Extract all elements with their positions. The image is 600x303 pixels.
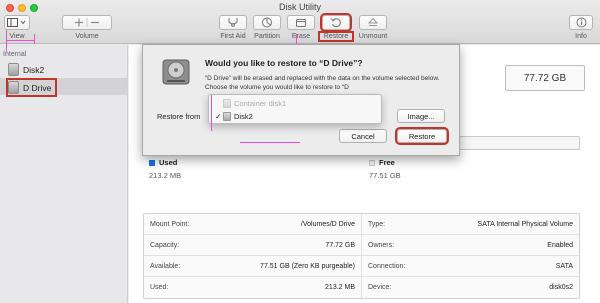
annotation-line <box>240 142 300 143</box>
free-label: Free <box>379 158 395 167</box>
popup-option-container-disk1: Container disk1 <box>215 97 286 109</box>
erase-button[interactable] <box>287 15 315 30</box>
info-key: Type: <box>368 220 386 228</box>
popup-option-label: Disk2 <box>234 111 253 121</box>
used-label: Used <box>159 158 178 167</box>
info-key: Used: <box>150 284 169 291</box>
info-row: Used: 213.2 MB Device: disk0s2 <box>144 277 579 298</box>
restore-arrow-icon <box>330 18 341 28</box>
info-row: Mount Point: /Volumes/D Drive Type: SATA I… <box>144 214 579 235</box>
sidebar-section-internal: Internal <box>3 51 27 58</box>
info-value: SATA Internal Physical Volume <box>477 220 573 228</box>
dialog-message: “D Drive” will be erased and replaced wi… <box>205 75 440 91</box>
restore-label: Restore <box>318 31 354 42</box>
pie-partition-icon <box>262 17 272 28</box>
window-title: Disk Utility <box>279 2 321 12</box>
hard-drive-icon <box>162 59 190 85</box>
popup-option-disk2[interactable]: ✓ Disk2 <box>215 110 253 122</box>
annotation-line <box>296 34 297 44</box>
erase-disk-icon <box>296 19 306 27</box>
volume-info-table: Mount Point: /Volumes/D Drive Type: SATA I… <box>143 213 580 299</box>
info-value: 77.51 GB (Zero KB purgeable) <box>260 262 355 270</box>
restore-from-label: Restore from <box>157 112 201 121</box>
info-key: Owners: <box>368 241 395 249</box>
first-aid-button[interactable] <box>219 15 247 30</box>
annotation-line <box>6 40 34 41</box>
cancel-button[interactable]: Cancel <box>339 129 387 143</box>
volume-label: Volume <box>75 33 99 40</box>
sidebar-item-label: Disk2 <box>23 64 45 75</box>
plus-minus-icon <box>75 18 99 27</box>
sidebar-item-label: D Drive <box>23 82 52 93</box>
free-swatch <box>369 160 375 166</box>
capacity-badge: 77.72 GB <box>505 65 585 91</box>
annotation-line <box>6 30 7 52</box>
dialog-title: Would you like to restore to “D Drive”? <box>205 58 363 68</box>
checkmark-icon: ✓ <box>215 111 222 121</box>
free-value: 77.51 GB <box>369 171 401 180</box>
info-value: Enabled <box>547 241 573 249</box>
annotation-line <box>34 34 35 44</box>
unmount-label: Unmount <box>358 33 388 40</box>
sidebar: Internal Disk2 D Drive <box>0 45 128 303</box>
info-value: SATA <box>555 262 573 270</box>
annotation-line <box>211 95 212 131</box>
stethoscope-icon <box>228 18 238 27</box>
eject-icon <box>367 17 379 26</box>
info-key: Available: <box>150 262 181 270</box>
sidebar-item-d-drive[interactable]: D Drive <box>5 78 58 97</box>
hard-disk-icon <box>8 81 19 94</box>
info-value: disk0s2 <box>549 284 573 291</box>
info-icon <box>576 17 586 28</box>
partition-button[interactable] <box>253 15 281 30</box>
legend-free: Free 77.51 GB <box>369 158 401 180</box>
restore-button[interactable]: Restore <box>395 127 449 145</box>
partition-label: Partition <box>254 33 280 40</box>
view-label: View <box>9 33 25 40</box>
used-swatch <box>149 160 155 166</box>
info-value: 213.2 MB <box>325 284 355 291</box>
image-button[interactable]: Image... <box>397 109 445 123</box>
sidebar-item-disk2[interactable]: Disk2 <box>8 62 44 77</box>
sidebar-icon <box>7 18 26 27</box>
popup-option-label: Container disk1 <box>234 98 287 108</box>
legend-used: Used 213.2 MB <box>149 158 181 180</box>
info-row: Capacity: 77.72 GB Owners: Enabled <box>144 235 579 256</box>
restore-source-popup-menu[interactable]: Container disk1 ✓ Disk2 <box>208 94 382 124</box>
restore-toolbar-button[interactable] <box>320 13 352 32</box>
view-button[interactable] <box>4 15 30 30</box>
used-value: 213.2 MB <box>149 171 182 180</box>
disk-icon <box>223 111 231 121</box>
volume-add-remove-button[interactable] <box>62 15 112 30</box>
info-value: /Volumes/D Drive <box>300 220 355 228</box>
info-key: Capacity: <box>150 241 180 249</box>
info-key: Connection: <box>368 262 406 270</box>
unmount-button[interactable] <box>359 15 387 30</box>
info-key: Device: <box>368 284 392 291</box>
erase-label: Erase <box>291 33 311 40</box>
info-row: Available: 77.51 GB (Zero KB purgeable) C… <box>144 256 579 277</box>
hard-disk-icon <box>8 63 19 76</box>
info-button[interactable] <box>569 15 593 30</box>
info-label: Info <box>575 33 587 40</box>
info-key: Mount Point: <box>150 220 190 228</box>
toolbar: Disk Utility View Volume First Aid Parti… <box>0 0 600 44</box>
disk-icon <box>223 98 231 108</box>
info-value: 77.72 GB <box>325 241 355 249</box>
